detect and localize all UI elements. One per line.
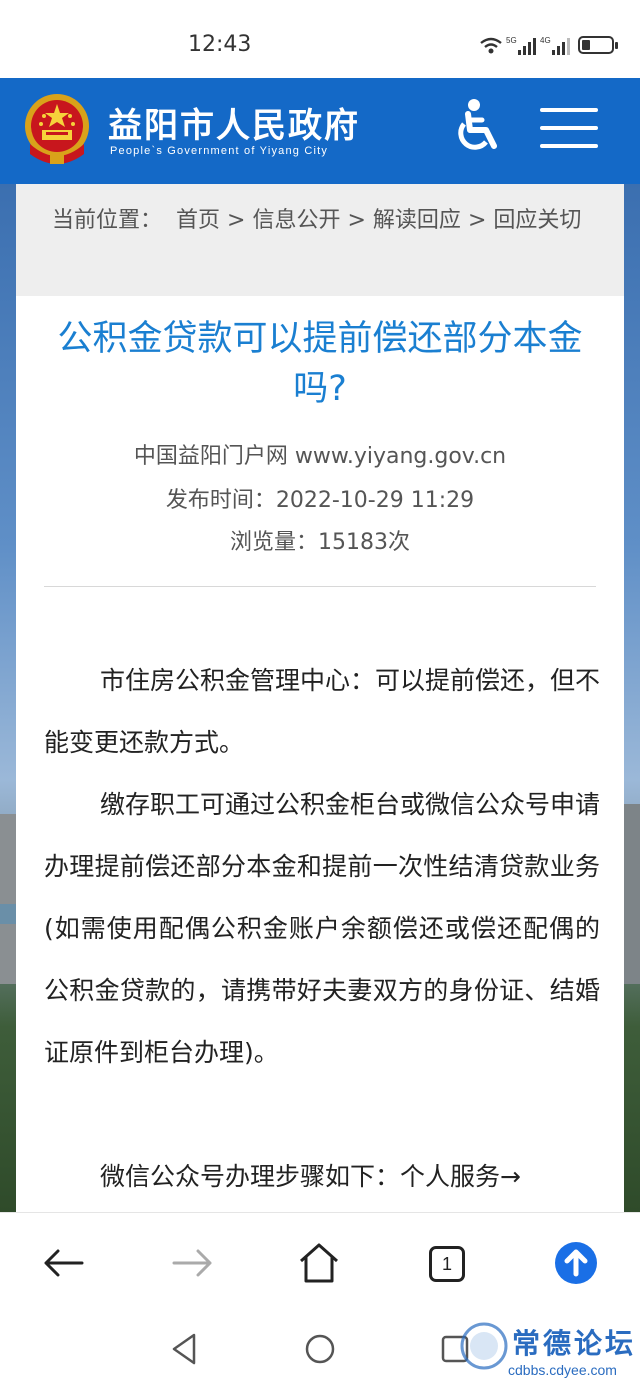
battery-icon [578,36,618,54]
breadcrumb-prefix: 当前位置： [52,208,163,233]
breadcrumb-separator: > [227,208,246,233]
article-title: 公积金贷款可以提前偿还部分本金吗? [57,319,583,409]
site-subtitle: People`s Government of Yiyang City [110,145,329,157]
status-bar: 12:43 5G 4G [0,0,640,78]
signal-4g-icon: 4G [540,36,570,55]
tabs-button[interactable]: 1 [429,1246,465,1282]
article-paragraph: 缴存职工可通过公积金柜台或微信公众号申请办理提前偿还部分本金和提前一次性结清贷款… [44,790,601,1067]
home-icon[interactable] [297,1241,341,1285]
article-card: 当前位置： 首页 > 信息公开 > 解读回应 > 回应关切 公积金贷款可以提前偿… [16,184,624,1212]
breadcrumb-response[interactable]: 回应关切 [493,208,581,233]
nav-back-icon[interactable] [170,1332,198,1366]
national-emblem-logo[interactable] [22,92,92,168]
article-source: 中国益阳门户网 www.yiyang.gov.cn [133,444,507,469]
back-arrow-icon[interactable] [42,1241,86,1285]
menu-icon[interactable] [540,108,598,150]
article-publish-time: 发布时间：2022-10-29 11:29 [165,488,475,513]
divider [44,586,596,587]
watermark-url: cdbbs.cdyee.com [508,1362,617,1378]
accessibility-icon[interactable] [454,98,506,154]
breadcrumb-separator: > [467,208,487,233]
breadcrumb: 当前位置： 首页 > 信息公开 > 解读回应 > 回应关切 [16,184,624,296]
svg-text:5G: 5G [506,36,517,45]
status-time: 12:43 [188,32,252,57]
signal-5g-icon: 5G [506,36,536,55]
wifi-icon [480,37,502,54]
site-header: 益阳市人民政府 People`s Government of Yiyang Ci… [0,78,640,184]
browser-toolbar: 1 [0,1212,640,1312]
breadcrumb-separator: > [347,208,366,233]
upload-icon[interactable] [554,1241,598,1285]
forward-arrow-icon[interactable] [170,1241,214,1285]
breadcrumb-info-public[interactable]: 信息公开 [252,208,340,233]
article-paragraph: 市住房公积金管理中心：可以提前偿还，但不能变更还款方式。 [44,666,601,757]
breadcrumb-home[interactable]: 首页 [176,208,220,233]
svg-text:4G: 4G [540,36,551,45]
breadcrumb-interpretation[interactable]: 解读回应 [373,208,461,233]
nav-home-icon[interactable] [304,1332,336,1366]
article-paragraph: 微信公众号办理步骤如下：个人服务→ [100,1162,521,1191]
watermark-text: 常德论坛 [512,1327,637,1360]
site-title: 益阳市人民政府 [108,106,360,146]
article-views: 浏览量：15183次 [230,530,410,555]
